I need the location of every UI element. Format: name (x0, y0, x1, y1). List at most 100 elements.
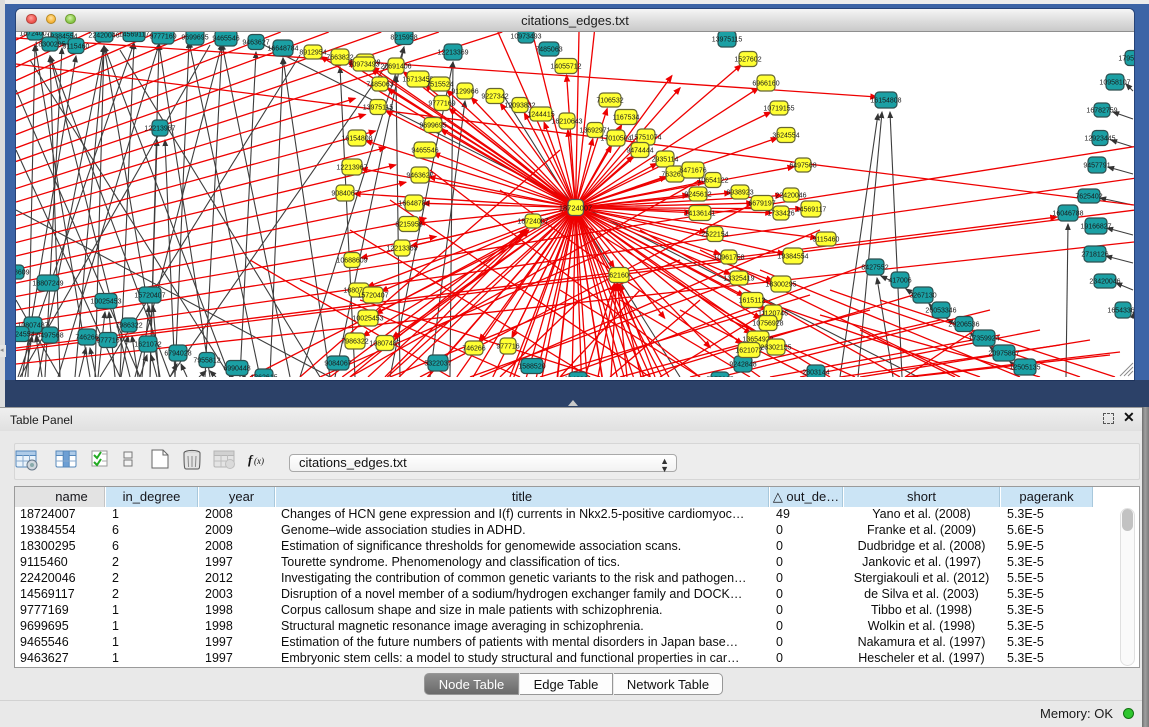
svg-text:17957223: 17957223 (1118, 56, 1134, 63)
svg-text:12213967: 12213967 (336, 165, 367, 172)
svg-text:10807487: 10807487 (369, 341, 400, 348)
svg-text:10958107: 10958107 (1099, 80, 1130, 87)
svg-text:17010504: 17010504 (600, 136, 631, 143)
svg-text:7986322: 7986322 (341, 339, 368, 346)
svg-text:9245612: 9245612 (684, 192, 711, 199)
svg-text:9242848: 9242848 (729, 362, 756, 369)
svg-text:9084067: 9084067 (331, 191, 358, 198)
svg-text:13975115: 13975115 (712, 37, 743, 44)
svg-text:20975867: 20975867 (988, 351, 1019, 358)
svg-text:7106532: 7106532 (596, 98, 623, 105)
svg-text:18724007: 18724007 (517, 219, 548, 226)
svg-text:23420046: 23420046 (1089, 279, 1120, 286)
svg-text:10973493: 10973493 (510, 34, 541, 41)
svg-text:9465546: 9465546 (411, 148, 438, 155)
svg-text:1621072: 1621072 (735, 348, 762, 355)
svg-text:7515524: 7515524 (426, 82, 453, 89)
svg-text:10688609: 10688609 (336, 258, 367, 265)
svg-text:8215958: 8215958 (395, 222, 422, 229)
svg-text:9084067: 9084067 (324, 361, 351, 368)
svg-text:746266: 746266 (462, 346, 485, 353)
svg-text:9146821: 9146821 (564, 377, 591, 378)
svg-text:9474444: 9474444 (626, 148, 653, 155)
svg-text:1621072: 1621072 (134, 342, 161, 349)
svg-text:1167534: 1167534 (613, 115, 640, 122)
svg-text:18724007: 18724007 (559, 204, 592, 213)
svg-text:10961758: 10961758 (713, 255, 744, 262)
svg-text:9463627: 9463627 (242, 40, 269, 47)
svg-text:13325419: 13325419 (723, 276, 754, 283)
svg-text:16648784: 16648784 (398, 201, 429, 208)
svg-text:1244415: 1244415 (527, 112, 554, 119)
svg-text:19384554: 19384554 (777, 254, 808, 261)
svg-text:13975115: 13975115 (363, 105, 394, 112)
svg-text:1733426: 1733426 (767, 211, 794, 218)
svg-text:7485063: 7485063 (366, 82, 393, 89)
svg-text:3267130: 3267130 (909, 293, 936, 300)
svg-text:22420046: 22420046 (88, 33, 119, 40)
svg-text:3624554: 3624554 (772, 133, 799, 140)
svg-text:746266: 746266 (75, 335, 98, 342)
svg-text:9699695: 9699695 (181, 35, 208, 42)
svg-text:16210643: 16210643 (551, 119, 582, 126)
svg-text:8427552: 8427552 (861, 265, 888, 272)
svg-text:9777169: 9777169 (149, 34, 176, 41)
svg-text:9777169: 9777169 (428, 101, 455, 108)
svg-text:1615112: 1615112 (739, 298, 766, 305)
svg-text:22420046: 22420046 (775, 193, 806, 200)
svg-text:9463627: 9463627 (406, 173, 433, 180)
svg-text:16154808: 16154808 (870, 98, 901, 105)
svg-text:977716: 977716 (96, 338, 119, 345)
svg-text:10756928: 10756928 (752, 321, 783, 328)
svg-text:3624554: 3624554 (16, 332, 35, 339)
svg-text:2935114: 2935114 (652, 157, 679, 164)
svg-text:18300295: 18300295 (34, 42, 65, 49)
svg-text:1362615: 1362615 (250, 375, 277, 378)
svg-text:16046788: 16046788 (1052, 211, 1083, 218)
svg-text:9699695: 9699695 (419, 123, 446, 130)
svg-text:8215958: 8215958 (390, 35, 417, 42)
svg-text:6794028: 6794028 (164, 351, 191, 358)
svg-text:16154808: 16154808 (341, 136, 372, 143)
svg-text:9457791: 9457791 (1083, 163, 1110, 170)
svg-text:12923445: 12923445 (1084, 136, 1115, 143)
svg-text:8938923: 8938923 (726, 190, 753, 197)
svg-text:9115460: 9115460 (813, 237, 840, 244)
svg-text:(x): (x) (254, 456, 264, 466)
svg-text:17359924: 17359924 (968, 336, 999, 343)
svg-text:18300295: 18300295 (765, 282, 796, 289)
svg-text:26053346: 26053346 (925, 308, 956, 315)
svg-text:9227342: 9227342 (481, 94, 508, 101)
svg-text:2803144: 2803144 (802, 370, 829, 377)
svg-text:14569117: 14569117 (796, 207, 827, 214)
svg-text:7986322: 7986322 (115, 323, 142, 330)
svg-text:16782759: 16782759 (1086, 108, 1117, 115)
svg-text:14569117: 14569117 (119, 32, 150, 39)
svg-text:8912954: 8912954 (299, 50, 326, 57)
svg-text:62160: 62160 (609, 273, 629, 280)
svg-text:7625402: 7625402 (1075, 194, 1102, 201)
svg-text:12213967: 12213967 (144, 126, 175, 133)
svg-text:9115460: 9115460 (63, 44, 90, 51)
svg-text:15720407: 15720407 (134, 293, 165, 300)
svg-text:2522154: 2522154 (701, 232, 728, 239)
svg-text:10025453: 10025453 (352, 316, 383, 323)
svg-text:10688609: 10688609 (16, 270, 30, 277)
svg-text:16648784: 16648784 (267, 46, 298, 53)
svg-text:16543362: 16543362 (1107, 308, 1134, 315)
svg-text:13692971: 13692971 (579, 128, 610, 135)
svg-text:9465546: 9465546 (212, 36, 239, 43)
svg-text:15751074: 15751074 (630, 135, 661, 142)
svg-text:1527602: 1527602 (734, 57, 761, 64)
svg-text:14136141: 14136141 (684, 211, 715, 218)
svg-text:8471676: 8471676 (679, 168, 706, 175)
svg-text:12505135: 12505135 (1009, 365, 1040, 372)
svg-text:20691406: 20691406 (380, 64, 411, 71)
svg-text:23302155: 23302155 (760, 345, 791, 352)
svg-text:977716: 977716 (496, 344, 519, 351)
svg-text:14055712: 14055712 (550, 64, 581, 71)
svg-text:1588520: 1588520 (518, 364, 545, 371)
svg-text:417006: 417006 (888, 278, 911, 285)
svg-text:5875685: 5875685 (706, 377, 733, 378)
svg-text:20206536: 20206536 (948, 322, 979, 329)
